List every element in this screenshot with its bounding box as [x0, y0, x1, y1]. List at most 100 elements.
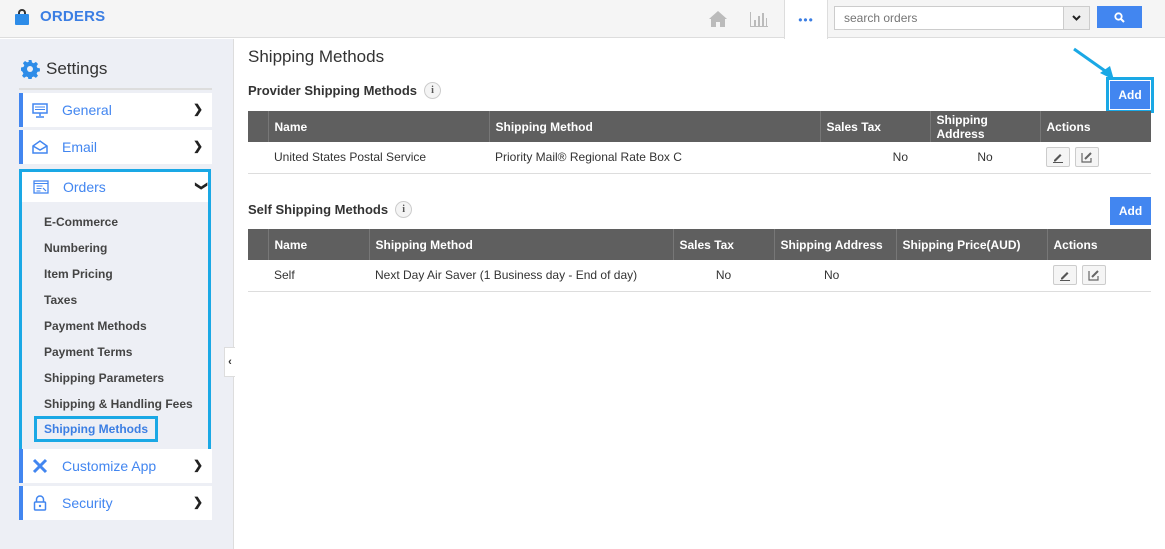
open-detail-button[interactable]	[1082, 265, 1106, 286]
column-header-select	[248, 111, 268, 142]
cell-sales-tax: No	[820, 142, 930, 174]
lock-icon	[32, 495, 48, 511]
sub-item-taxes[interactable]: Taxes	[44, 293, 77, 307]
top-bar: ORDERS •••	[0, 0, 1165, 39]
provider-shipping-table: Name Shipping Method Sales Tax Shipping …	[248, 111, 1151, 174]
cell-name: United States Postal Service	[268, 142, 489, 174]
cell-shipping-address: No	[930, 142, 1040, 174]
sidebar-item-orders[interactable]: Orders ❯	[22, 172, 209, 202]
sub-item-numbering[interactable]: Numbering	[44, 241, 107, 255]
sub-item-payment-methods[interactable]: Payment Methods	[44, 319, 147, 333]
page-title: Shipping Methods	[248, 47, 385, 66]
home-button[interactable]	[703, 0, 733, 38]
edit-box-icon	[1088, 270, 1099, 281]
column-header-shipping-method: Shipping Method	[488, 111, 820, 142]
edit-button[interactable]	[1053, 265, 1077, 286]
cell-shipping-address: No	[774, 260, 896, 292]
column-header-select	[248, 229, 268, 260]
tools-icon	[32, 458, 48, 474]
row-select-cell	[248, 260, 268, 292]
column-header-shipping-method: Shipping Method	[368, 229, 673, 260]
chevron-left-icon: ‹	[228, 356, 232, 368]
cell-actions	[1047, 260, 1151, 292]
provider-add-button[interactable]: Add	[1110, 81, 1150, 109]
cell-shipping-method: Priority Mail® Regional Rate Box C	[489, 142, 820, 174]
chevron-right-icon: ❯	[192, 495, 203, 509]
sub-item-e-commerce[interactable]: E-Commerce	[44, 215, 118, 229]
chart-icon	[750, 12, 768, 27]
sub-item-shipping-parameters[interactable]: Shipping Parameters	[44, 371, 164, 385]
chevron-right-icon: ❯	[192, 139, 203, 153]
orders-section-highlight: Orders ❯ E-Commerce Numbering Item Prici…	[19, 169, 211, 452]
sidebar-item-customize-app[interactable]: Customize App ❯	[19, 449, 212, 483]
search-dropdown-button[interactable]	[1064, 6, 1090, 30]
column-header-actions: Actions	[1039, 111, 1151, 142]
row-select-cell	[248, 142, 268, 174]
info-icon[interactable]: i	[395, 201, 413, 218]
pencil-icon	[1060, 272, 1070, 282]
collapse-sidebar-button[interactable]: ‹	[224, 347, 235, 377]
column-header-name: Name	[267, 111, 489, 142]
sidebar-item-label: Security	[62, 495, 113, 511]
column-header-sales-tax: Sales Tax	[819, 111, 930, 142]
search-button[interactable]	[1097, 6, 1142, 28]
gear-icon	[21, 60, 40, 79]
sidebar-item-label: Email	[62, 139, 98, 155]
section-title-text: Provider Shipping Methods	[248, 83, 418, 98]
monitor-icon	[32, 102, 48, 118]
sub-item-item-pricing[interactable]: Item Pricing	[44, 267, 113, 281]
sidebar-item-label: General	[62, 102, 112, 118]
search-icon	[1114, 11, 1125, 23]
divider	[19, 88, 212, 90]
column-header-sales-tax: Sales Tax	[672, 229, 774, 260]
sidebar-item-label: Orders	[63, 179, 106, 195]
more-icon: •••	[798, 12, 814, 27]
sidebar-item-security[interactable]: Security ❯	[19, 486, 212, 520]
sidebar: Settings General ❯ Email ❯ Orders ❯ E-Co…	[0, 39, 234, 549]
settings-heading: Settings	[20, 59, 107, 79]
search-input[interactable]	[834, 6, 1064, 30]
self-section-title: Self Shipping Methods i	[248, 201, 413, 218]
info-icon[interactable]: i	[424, 82, 442, 99]
cell-shipping-method: Next Day Air Saver (1 Business day - End…	[369, 260, 673, 292]
chevron-right-icon: ❯	[192, 458, 203, 472]
chevron-right-icon: ❯	[192, 102, 203, 116]
table-row: Self Next Day Air Saver (1 Business day …	[248, 260, 1151, 292]
pencil-icon	[1053, 154, 1063, 164]
home-icon	[709, 11, 727, 27]
provider-section-title: Provider Shipping Methods i	[248, 82, 442, 99]
sidebar-item-label: Customize App	[62, 458, 157, 474]
self-shipping-table: Name Shipping Method Sales Tax Shipping …	[248, 229, 1151, 292]
cell-sales-tax: No	[673, 260, 774, 292]
sub-item-shipping-handling-fees[interactable]: Shipping & Handling Fees	[44, 397, 193, 411]
edit-box-icon	[1081, 152, 1092, 163]
cell-shipping-price	[896, 260, 1047, 292]
cell-actions	[1040, 142, 1151, 174]
orders-icon	[33, 180, 49, 194]
envelope-icon	[32, 139, 48, 155]
chevron-down-icon	[1072, 15, 1081, 21]
sub-item-shipping-methods[interactable]: Shipping Methods	[34, 416, 158, 442]
open-detail-button[interactable]	[1075, 147, 1099, 168]
annotation-arrow-icon	[1073, 47, 1114, 80]
settings-title: Settings	[46, 59, 108, 78]
sidebar-item-email[interactable]: Email ❯	[19, 130, 212, 164]
sidebar-item-general[interactable]: General ❯	[19, 93, 212, 127]
edit-button[interactable]	[1046, 147, 1070, 168]
column-header-shipping-address: Shipping Address	[929, 111, 1040, 142]
self-add-button[interactable]: Add	[1110, 197, 1151, 225]
column-header-shipping-address: Shipping Address	[773, 229, 896, 260]
app-title: ORDERS	[40, 8, 106, 25]
chevron-down-icon: ❯	[194, 180, 209, 192]
section-title-text: Self Shipping Methods	[248, 202, 389, 217]
column-header-name: Name	[267, 229, 369, 260]
sub-item-payment-terms[interactable]: Payment Terms	[44, 345, 132, 359]
column-header-shipping-price: Shipping Price(AUD)	[895, 229, 1047, 260]
shopping-bag-icon	[15, 8, 29, 25]
cell-name: Self	[268, 260, 369, 292]
table-row: United States Postal Service Priority Ma…	[248, 142, 1151, 174]
column-header-actions: Actions	[1046, 229, 1151, 260]
more-button[interactable]: •••	[784, 0, 828, 39]
reports-button[interactable]	[744, 0, 774, 38]
app-brand[interactable]: ORDERS	[15, 8, 105, 25]
